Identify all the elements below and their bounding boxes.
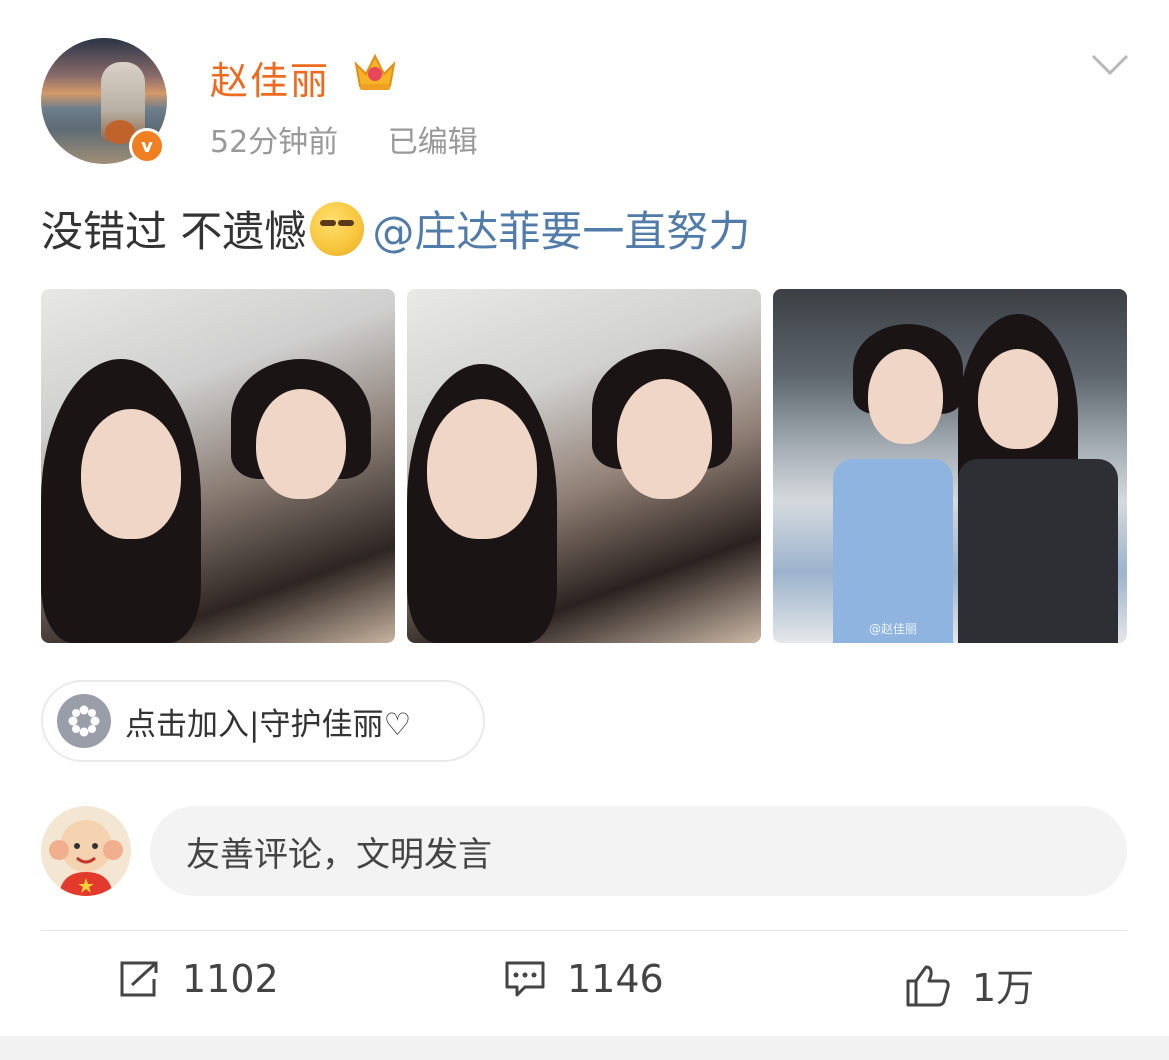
group-label: 点击加入|守护佳丽♡ [125,706,412,743]
post-time: 52分钟前 [210,125,339,160]
photo-face [256,389,346,499]
verified-badge-icon: v [129,128,165,164]
emoji-icon [310,201,365,256]
comment-icon [505,961,545,997]
edited-label[interactable]: 已编辑 [388,125,478,160]
post-photo-3[interactable]: @赵佳丽 [773,289,1127,643]
divider [41,930,1127,931]
bottom-bar [0,1036,1169,1060]
post-text: 没错过 不遗憾 @庄达菲要一直努力 [41,198,750,259]
photo-face [978,349,1058,449]
like-icon [906,965,950,1006]
photo-face [427,399,537,539]
mention-link[interactable]: @庄达菲要一直努力 [372,198,750,259]
comment-placeholder: 友善评论，文明发言 [186,834,492,875]
user-avatar [41,806,131,896]
post-meta: 52分钟前 已编辑 [210,117,518,161]
like-button[interactable]: 1万 [904,957,1034,1012]
photo-face [617,379,712,499]
comment-input[interactable]: 友善评论，文明发言 [150,806,1127,896]
comment-button[interactable]: 1146 [503,957,664,1001]
repost-button[interactable]: 1102 [118,957,279,1001]
photo-dress [833,459,953,643]
post-photo-1[interactable] [41,289,395,643]
photo-face [868,349,943,444]
photo-face [81,409,181,539]
group-icon [57,694,111,748]
photo-watermark: @赵佳丽 [869,622,918,636]
repost-icon [120,961,158,997]
post-photo-2[interactable] [407,289,761,643]
post-body: 没错过 不遗憾 [41,207,307,256]
chevron-down-icon[interactable] [1090,52,1130,78]
author-name[interactable]: 赵佳丽 [210,50,330,105]
repost-count: 1102 [182,957,279,1001]
comment-count: 1146 [567,957,664,1001]
join-group-button[interactable]: 点击加入|守护佳丽♡ [41,680,485,762]
crown-icon [354,53,396,90]
photo-dress [958,459,1118,643]
like-count: 1万 [972,966,1035,1010]
